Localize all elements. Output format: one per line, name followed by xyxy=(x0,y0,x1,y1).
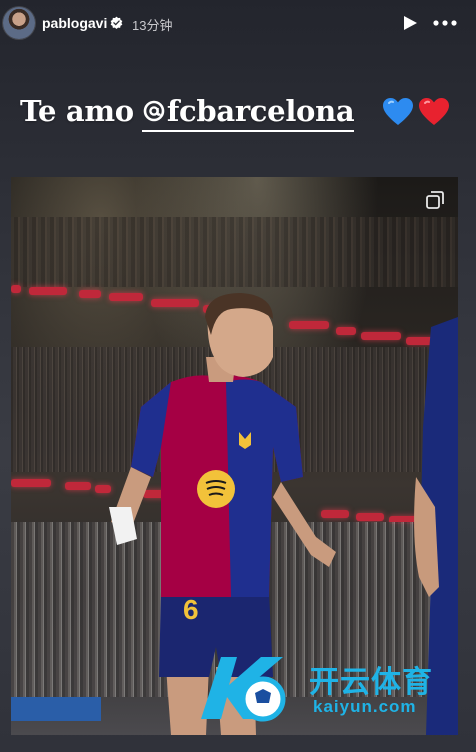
caption-text: Te amo xyxy=(20,94,134,128)
mention-sticker[interactable]: fcbarcelona xyxy=(141,94,355,132)
verified-badge-icon xyxy=(110,16,123,29)
shirt-number: 6 xyxy=(183,594,199,625)
story-header: pablogavi 13分钟 xyxy=(0,0,476,46)
watermark-cn: 开云体育 xyxy=(309,666,433,699)
at-icon xyxy=(143,100,165,122)
timestamp: 13分钟 xyxy=(132,18,173,33)
emoji-hearts xyxy=(382,97,450,132)
blue-heart-icon xyxy=(383,98,413,125)
avatar[interactable] xyxy=(3,7,35,39)
kaiyun-logo-icon xyxy=(201,657,286,722)
red-heart-icon xyxy=(419,98,450,125)
story-caption: Te amo fcbarcelona xyxy=(20,94,355,134)
more-icon[interactable] xyxy=(433,20,457,26)
watermark-en: kaiyun.com xyxy=(313,697,417,716)
story-photo[interactable]: 6 开云体育 kaiyun.com xyxy=(11,177,458,735)
username[interactable]: pablogavi xyxy=(42,15,107,31)
play-icon[interactable] xyxy=(402,15,418,31)
mention-username: fcbarcelona xyxy=(166,94,355,128)
watermark-logo: 开云体育 kaiyun.com xyxy=(191,649,458,729)
copy-icon[interactable] xyxy=(426,191,444,209)
